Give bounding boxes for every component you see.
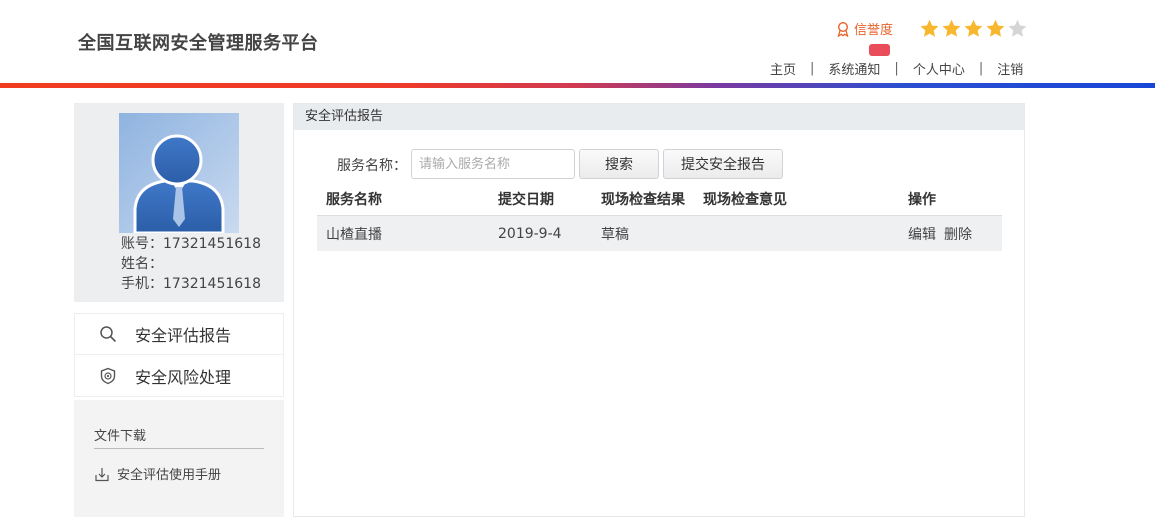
column-header: 现场检查意见 [703,192,787,208]
profile-info: 账号：17321451618 姓名： 手机：17321451618 [121,234,261,294]
nav-notifications[interactable]: 系统通知 [828,59,880,78]
nav-home[interactable]: 主页 [770,59,796,78]
downloads-title: 文件下载 [94,429,147,444]
star-empty-icon [1008,19,1027,37]
avatar [119,113,239,233]
credit-label: 信誉度 [854,23,894,38]
star-filled-icon [964,19,983,37]
divider [94,448,264,449]
column-header: 现场检查结果 [601,192,685,208]
credit-indicator[interactable]: 信誉度 [836,19,893,38]
site-title: 全国互联网安全管理服务平台 [78,33,319,54]
nav-logout[interactable]: 注销 [997,59,1023,78]
main-panel: 安全评估报告 服务名称： 搜索 提交安全报告 服务名称 提交日期 现场检查结果 … [293,103,1025,517]
delete-link[interactable]: 删除 [944,227,972,243]
star-filled-icon [920,19,939,37]
profile-account: 账号：17321451618 [121,236,261,252]
search-button[interactable]: 搜索 [579,149,659,179]
top-nav: 主页 | 系统通知 | 个人中心 | 注销 [770,59,1023,78]
shield-icon [100,367,116,384]
download-manual-label: 安全评估使用手册 [117,468,222,483]
cell-service-name: 山楂直播 [326,226,382,243]
column-header: 提交日期 [498,192,554,208]
table-header: 服务名称 提交日期 现场检查结果 现场检查意见 操作 [317,183,1002,216]
sidebar-item-label: 安全风险处理 [135,367,232,387]
submit-report-button[interactable]: 提交安全报告 [663,149,783,179]
rating-stars [919,18,1028,39]
profile-phone: 手机：17321451618 [121,276,261,292]
nav-personal-center[interactable]: 个人中心 [913,59,965,78]
downloads-section: 文件下载 安全评估使用手册 [74,400,284,517]
sidebar-item-risk-handling[interactable]: 安全风险处理 [74,355,284,397]
report-table: 服务名称 提交日期 现场检查结果 现场检查意见 操作 山楂直播 2019-9-4… [317,183,1002,251]
column-header: 操作 [908,192,936,208]
cell-actions: 编辑 删除 [908,224,980,244]
cell-submit-date: 2019-9-4 [498,225,562,242]
header: 全国互联网安全管理服务平台 信誉度 主页 | 系统通知 | 个人中心 | 注销 [0,0,1155,89]
search-label: 服务名称： [337,158,407,174]
column-header: 服务名称 [326,192,382,208]
cell-inspection-result: 草稿 [601,226,629,243]
notification-badge [869,44,890,56]
nav-separator: | [810,61,815,76]
sidebar-item-security-report[interactable]: 安全评估报告 [74,313,284,355]
medal-icon [837,21,849,37]
download-icon [95,467,109,481]
star-filled-icon [986,19,1005,37]
nav-separator: | [978,61,984,76]
service-name-input[interactable] [411,149,575,179]
star-filled-icon [942,19,961,37]
table-row: 山楂直播 2019-9-4 草稿 编辑 删除 [317,216,1002,251]
nav-separator: | [894,61,899,76]
panel-title: 安全评估报告 [294,104,1024,130]
sidebar-item-label: 安全评估报告 [135,326,232,345]
profile-name: 姓名： [121,256,163,272]
download-manual-link[interactable]: 安全评估使用手册 [94,464,221,483]
profile-card: 账号：17321451618 姓名： 手机：17321451618 [74,103,284,302]
header-gradient-bar [0,83,1155,88]
edit-link[interactable]: 编辑 [908,227,936,243]
sidebar-menu: 安全评估报告 安全风险处理 [74,313,284,397]
search-icon [100,326,116,342]
